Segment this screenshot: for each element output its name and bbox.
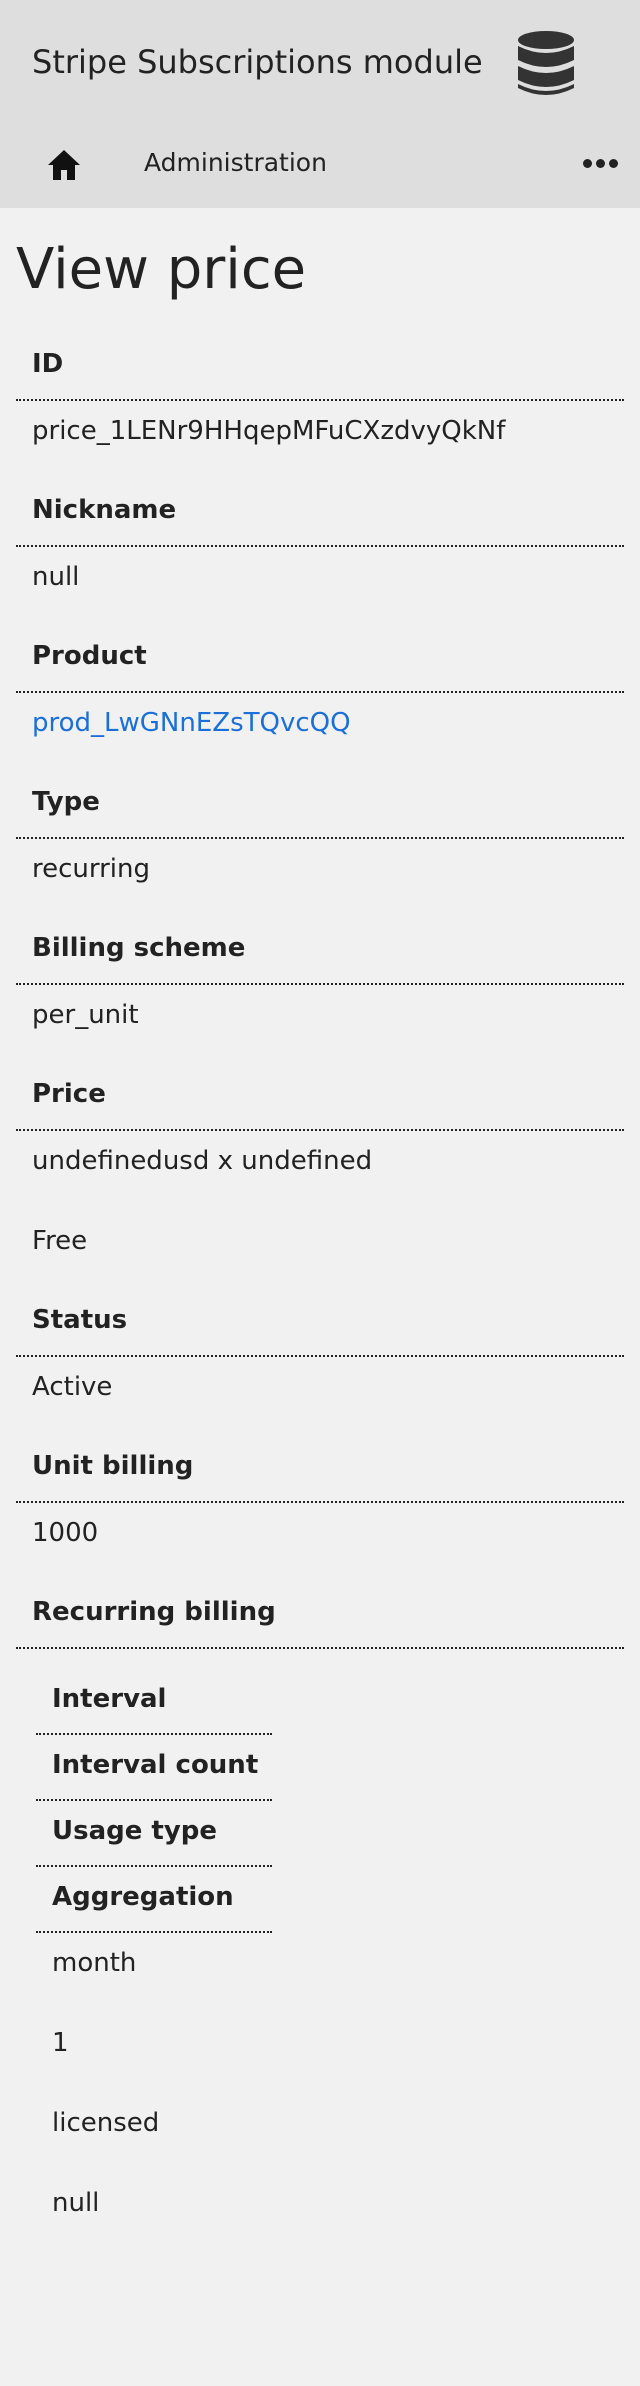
divider [16,1355,624,1357]
status-value: Active [32,1372,113,1402]
status-label: Status [32,1305,128,1335]
divider [16,399,624,401]
nickname-label: Nickname [32,495,177,525]
unit-billing-label: Unit billing [32,1451,194,1481]
recurring-billing-label: Recurring billing [32,1597,276,1627]
divider [36,1931,272,1933]
divider [16,545,624,547]
id-value: price_1LENr9HHqepMFuCXzdvyQkNf [32,416,506,446]
divider [16,837,624,839]
divider [16,1647,624,1649]
divider [36,1865,272,1867]
interval-count-value: 1 [52,2028,69,2058]
divider [36,1799,272,1801]
page-title: View price [16,237,307,302]
usage-type-value: licensed [52,2108,160,2138]
home-icon[interactable] [46,148,82,182]
product-label: Product [32,641,147,671]
price-note: Free [32,1226,88,1256]
price-label: Price [32,1079,106,1109]
type-value: recurring [32,854,151,884]
divider [16,1501,624,1503]
price-value: undefinedusd x undefined [32,1146,373,1176]
product-link[interactable]: prod_LwGNnEZsTQvcQQ [32,708,351,738]
divider [16,691,624,693]
app-title: Stripe Subscriptions module [32,43,483,81]
divider [36,1733,272,1735]
interval-header: Interval [52,1684,167,1714]
database-icon [518,31,574,95]
nickname-value: null [32,562,80,592]
billing-scheme-label: Billing scheme [32,933,246,963]
product-value: prod_LwGNnEZsTQvcQQ [32,705,351,741]
aggregation-header: Aggregation [52,1882,234,1912]
interval-count-header: Interval count [52,1750,259,1780]
more-options-icon[interactable] [580,152,620,176]
id-label: ID [32,349,64,379]
navigation-bar: Administration [0,130,640,198]
aggregation-value: null [52,2188,100,2218]
billing-scheme-value: per_unit [32,1000,139,1030]
usage-type-header: Usage type [52,1816,218,1846]
administration-link[interactable]: Administration [144,146,327,180]
top-bar: Stripe Subscriptions module Administrati… [0,0,640,208]
unit-billing-value: 1000 [32,1518,99,1548]
divider [16,1129,624,1131]
divider [16,983,624,985]
interval-value: month [52,1948,137,1978]
type-label: Type [32,787,100,817]
